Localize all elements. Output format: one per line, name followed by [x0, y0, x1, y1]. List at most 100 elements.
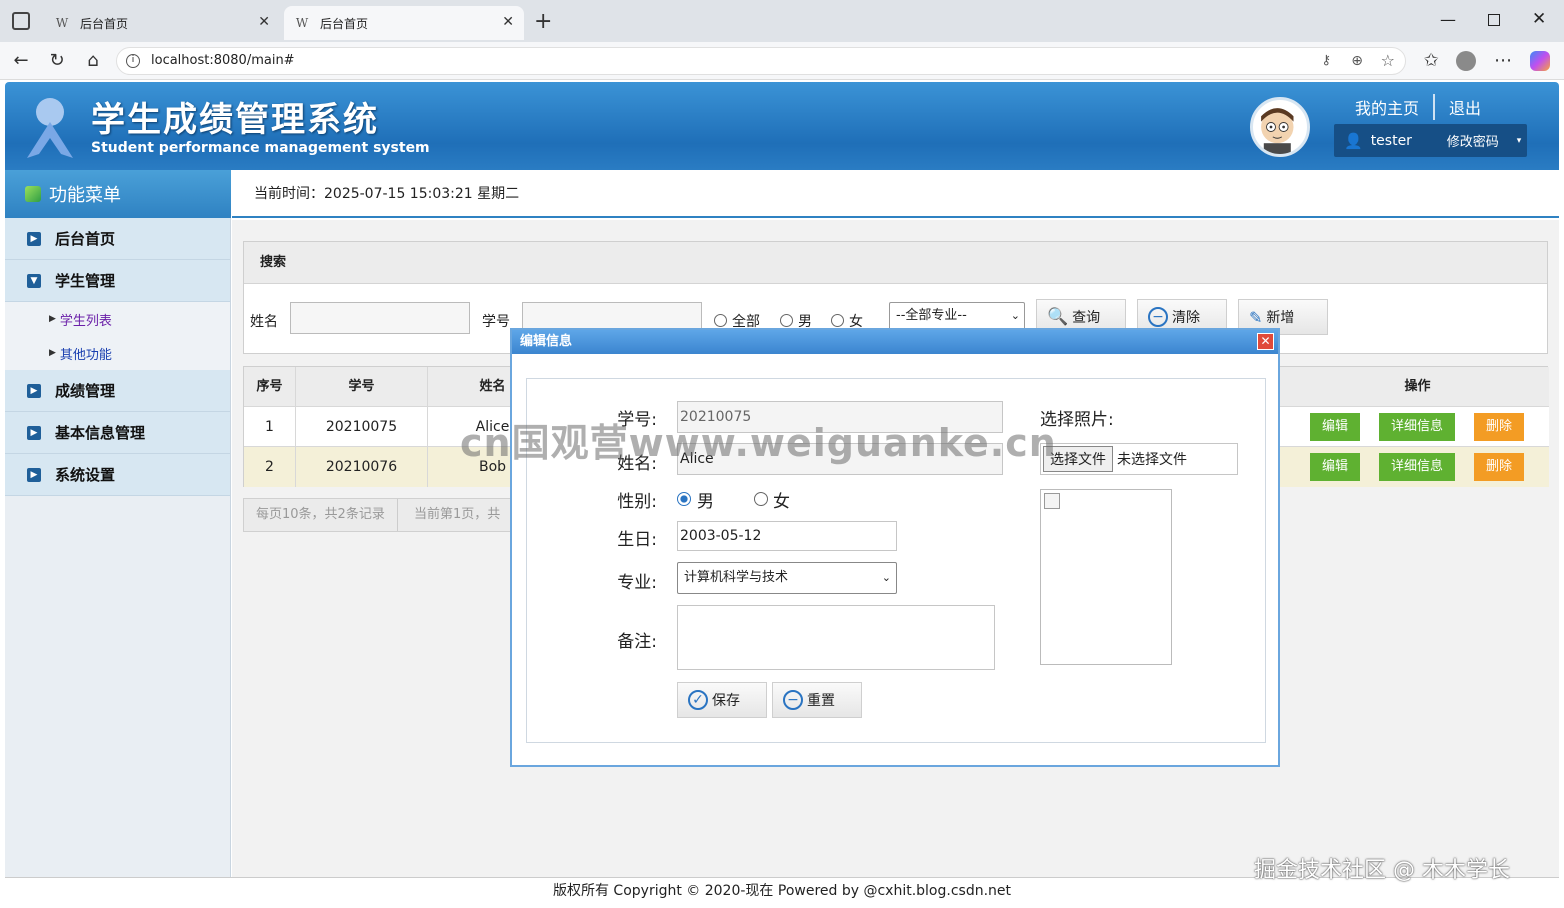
reset-button[interactable]: − 重置 [772, 682, 862, 718]
minus-circle-icon: − [1148, 307, 1168, 327]
profile-icon[interactable] [1456, 51, 1476, 71]
gender-male-radio[interactable] [780, 314, 793, 327]
edit-dialog: 编辑信息 ✕ 学号: 20210075 姓名: Alice 性别: 男 女 生日… [510, 328, 1280, 767]
edit-button[interactable]: 编辑 [1310, 413, 1360, 441]
major-value: 计算机科学与技术 [684, 570, 789, 585]
gender-all-radio[interactable] [714, 314, 727, 327]
sidebar-item-label: 系统设置 [55, 466, 116, 484]
system-subtitle: Student performance management system [91, 140, 430, 156]
copilot-icon[interactable] [1530, 51, 1550, 71]
birthday-field-label: 生日: [617, 530, 657, 550]
sidebar-item-label: 成绩管理 [55, 382, 116, 400]
gender-female-radio[interactable] [754, 492, 768, 506]
minimize-icon[interactable]: — [1440, 10, 1456, 29]
dialog-title-bar: 编辑信息 ✕ [512, 330, 1278, 354]
maximize-icon[interactable] [1488, 14, 1500, 26]
new-tab-icon[interactable]: + [534, 9, 552, 34]
major-select-value: --全部专业-- [896, 308, 967, 323]
browser-tab-2[interactable]: W 后台首页 ✕ [284, 6, 524, 40]
caret-down-icon[interactable]: ▾ [1517, 136, 1522, 146]
search-name-input[interactable] [290, 302, 470, 334]
delete-button[interactable]: 删除 [1474, 453, 1524, 481]
tab-title: 后台首页 [80, 16, 129, 31]
pager-summary: 每页10条，共2条记录 [244, 499, 398, 531]
link-separator [1433, 94, 1436, 120]
sidebar-item-label: 后台首页 [55, 230, 116, 248]
close-tab-icon[interactable]: ✕ [502, 14, 514, 30]
current-time-bar: 当前时间：2025-07-15 15:03:21 星期二 [232, 170, 1559, 218]
major-select[interactable]: 计算机科学与技术 ⌄ [677, 562, 897, 594]
dialog-title: 编辑信息 [520, 334, 573, 349]
birthday-value: 2003-05-12 [680, 528, 762, 544]
add-label: 新增 [1266, 310, 1295, 326]
save-button[interactable]: ✓ 保存 [677, 682, 767, 718]
change-password-link[interactable]: 修改密码 [1447, 131, 1499, 150]
home-icon[interactable]: ⌂ [82, 50, 104, 72]
key-icon[interactable]: ⚷ [1321, 48, 1331, 74]
more-menu-icon[interactable]: ⋯ [1492, 50, 1514, 72]
search-icon: 🔍 [1047, 307, 1069, 327]
close-icon[interactable]: ✕ [1257, 333, 1274, 350]
sidebar-subitem-other[interactable]: ▶ 其他功能 [5, 336, 230, 370]
logo-icon [27, 98, 73, 158]
address-bar[interactable]: i localhost:8080/main# ⚷ ⊕ ☆ [116, 47, 1406, 75]
notes-textarea[interactable] [677, 605, 995, 670]
top-links: 我的主页 退出 [1355, 94, 1481, 120]
juejin-watermark: 掘金技术社区 @ 木木学长 [1254, 858, 1510, 883]
reload-icon[interactable]: ↻ [46, 50, 68, 72]
tab-actions-icon[interactable] [12, 12, 30, 30]
user-menu[interactable]: 👤 tester 修改密码 ▾ [1334, 124, 1527, 157]
system-title: 学生成绩管理系统 [91, 100, 379, 140]
delete-button[interactable]: 删除 [1474, 413, 1524, 441]
major-select[interactable]: --全部专业-- ⌄ [889, 302, 1025, 330]
expand-icon: ▶ [27, 425, 41, 440]
zoom-icon[interactable]: ⊕ [1351, 48, 1363, 74]
sidebar-item-settings[interactable]: ▶ 系统设置 [5, 454, 230, 496]
username: tester [1370, 132, 1412, 149]
file-input[interactable]: 选择文件 未选择文件 [1040, 443, 1238, 475]
name-label: 姓名 [250, 314, 278, 330]
bullet-icon: ▶ [49, 314, 56, 324]
edit-button[interactable]: 编辑 [1310, 453, 1360, 481]
row-index: 2 [244, 447, 296, 487]
column-header: 操作 [1404, 379, 1431, 394]
row-student-id: 20210076 [296, 447, 428, 487]
browser-tab-1[interactable]: W 后台首页 ✕ [44, 6, 280, 40]
gender-field-label: 性别: [617, 492, 657, 512]
search-title: 搜索 [244, 242, 1547, 284]
favorite-star-icon[interactable]: ☆ [1381, 48, 1395, 74]
birthday-field[interactable]: 2003-05-12 [677, 521, 897, 551]
sidebar-item-dashboard[interactable]: ▶ 后台首页 [5, 218, 230, 260]
sidebar-item-grades[interactable]: ▶ 成绩管理 [5, 370, 230, 412]
expand-icon: ▶ [27, 383, 41, 398]
detail-button[interactable]: 详细信息 [1379, 453, 1455, 481]
no-file-text: 未选择文件 [1117, 452, 1187, 468]
favorites-icon[interactable]: ✩ [1420, 50, 1442, 72]
save-label: 保存 [712, 693, 740, 709]
cube-icon [25, 186, 41, 202]
sidebar-item-student-management[interactable]: ▼ 学生管理 [5, 260, 230, 302]
query-label: 查询 [1072, 310, 1101, 326]
minus-circle-icon: − [783, 690, 803, 710]
close-tab-icon[interactable]: ✕ [258, 14, 270, 30]
notes-field-label: 备注: [617, 632, 657, 652]
clear-label: 清除 [1172, 310, 1200, 326]
home-link[interactable]: 我的主页 [1355, 95, 1419, 119]
id-label: 学号 [482, 314, 510, 330]
gender-male-radio-checked[interactable] [677, 492, 691, 506]
back-icon[interactable]: ← [10, 50, 32, 72]
logout-link[interactable]: 退出 [1449, 95, 1481, 119]
sidebar-item-basic-info[interactable]: ▶ 基本信息管理 [5, 412, 230, 454]
column-header: 学号 [296, 367, 428, 407]
chevron-down-icon: ⌄ [881, 571, 891, 584]
gender-female-radio[interactable] [831, 314, 844, 327]
row-index: 1 [244, 407, 296, 447]
close-window-icon[interactable]: ✕ [1532, 9, 1546, 29]
check-circle-icon: ✓ [688, 690, 708, 710]
site-info-icon[interactable]: i [126, 54, 140, 68]
row-student-id: 20210075 [296, 407, 428, 447]
detail-button[interactable]: 详细信息 [1379, 413, 1455, 441]
major-field-label: 专业: [617, 573, 657, 593]
watermark-text: cn国观营www.weiguanke.cn [460, 421, 1057, 465]
sidebar-subitem-student-list[interactable]: ▶ 学生列表 [5, 302, 230, 336]
